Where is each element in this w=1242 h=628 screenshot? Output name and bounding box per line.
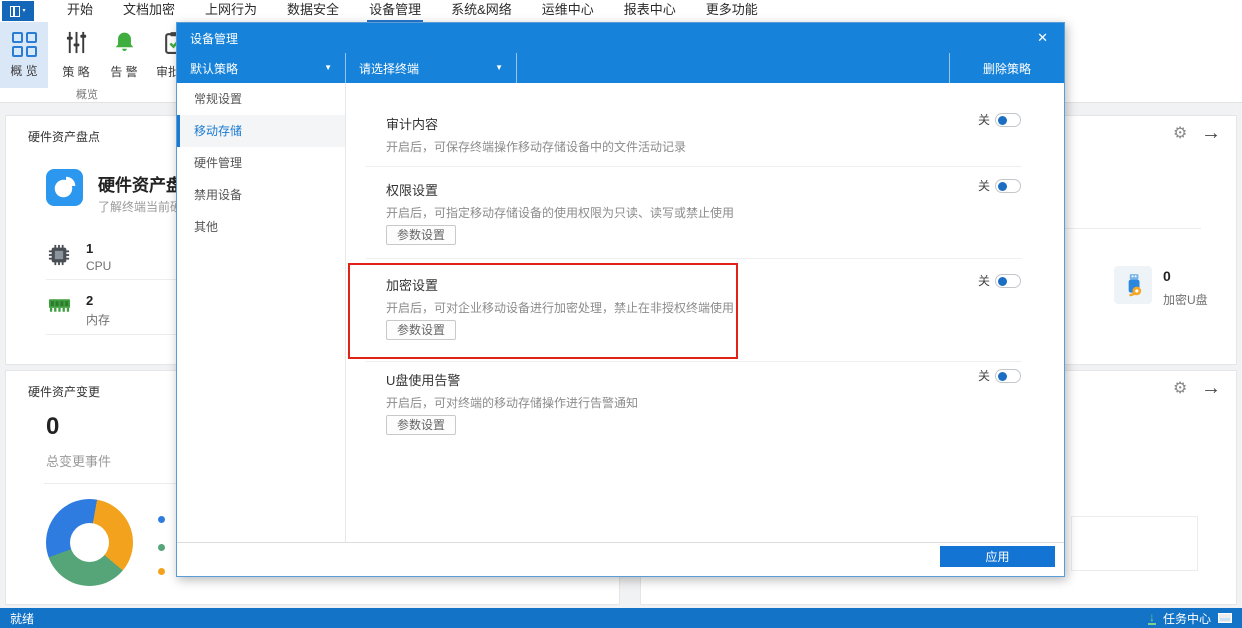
pie-chart-app-icon	[46, 169, 83, 211]
toggle-switch[interactable]	[995, 179, 1021, 193]
dialog-title-bar: 设备管理 ✕	[177, 23, 1064, 53]
gear-icon[interactable]: ⚙	[1173, 381, 1187, 397]
gear-icon[interactable]: ⚙	[1173, 126, 1187, 142]
legend-dot-orange	[158, 568, 165, 575]
toggle-state-label: 关	[978, 111, 990, 128]
empty-panel	[1071, 516, 1198, 571]
settings-panel: 审计内容 关 开启后，可保存终端操作移动存储设备中的文件活动记录 权限设置 关 …	[346, 83, 1064, 542]
menu-item-web-behavior[interactable]: 上网行为	[190, 0, 272, 22]
setting-desc-audit: 开启后，可保存终端操作移动存储设备中的文件活动记录	[386, 138, 686, 155]
setting-desc-permission: 开启后，可指定移动存储设备的使用权限为只读、读写或禁止使用	[386, 204, 734, 221]
terminal-dropdown-value: 请选择终端	[359, 60, 419, 77]
menu-item-ops-center[interactable]: 运维中心	[527, 0, 609, 22]
close-icon[interactable]: ✕	[1034, 30, 1051, 46]
caret-down-icon: ▼	[324, 64, 332, 72]
setting-title-usb-alert: U盘使用告警	[386, 370, 460, 389]
device-management-dialog: 设备管理 ✕ 默认策略 ▼ 请选择终端 ▼ 删除策略 常规设置 移动存储 硬件管…	[176, 22, 1065, 577]
menu-item-device-mgmt[interactable]: 设备管理	[354, 0, 436, 22]
params-button-encryption[interactable]: 参数设置	[386, 320, 456, 340]
toggle-usb-alert[interactable]: 关	[978, 367, 1021, 384]
toggle-state-label: 关	[978, 272, 990, 289]
memory-label: 内存	[86, 311, 110, 328]
monitor-icon[interactable]	[1218, 613, 1232, 623]
sidebar-item-general[interactable]: 常规设置	[177, 83, 345, 115]
params-button-permission[interactable]: 参数设置	[386, 225, 456, 245]
toggle-switch[interactable]	[995, 274, 1021, 288]
setting-desc-encryption: 开启后，可对企业移动设备进行加密处理，禁止在非授权终端使用	[386, 299, 734, 316]
toggle-permission[interactable]: 关	[978, 177, 1021, 194]
sidebar-item-hardware-mgmt[interactable]: 硬件管理	[177, 147, 345, 179]
ribbon-alert-button[interactable]: 告 警	[100, 22, 148, 88]
memory-count: 2	[86, 293, 93, 308]
setting-title-encryption: 加密设置	[386, 275, 438, 294]
menu-item-more[interactable]: 更多功能	[691, 0, 773, 22]
apply-button[interactable]: 应用	[940, 546, 1055, 567]
menu-item-doc-encrypt[interactable]: 文档加密	[108, 0, 190, 22]
encrypted-usb-count: 0	[1163, 268, 1171, 284]
arrow-right-icon[interactable]: →	[1201, 378, 1221, 398]
main-menu: 开始 文档加密 上网行为 数据安全 设备管理 系统&网络 运维中心 报表中心 更…	[52, 0, 773, 22]
legend-dot-blue	[158, 516, 165, 523]
grid-icon	[12, 32, 37, 57]
toggle-encryption[interactable]: 关	[978, 272, 1021, 289]
cpu-icon	[48, 244, 70, 271]
policy-dropdown-value: 默认策略	[190, 60, 238, 77]
toggle-switch[interactable]	[995, 113, 1021, 127]
total-change-value: 0	[46, 413, 59, 441]
ribbon-policy-button[interactable]: 策 略	[52, 22, 100, 88]
task-center-link[interactable]: 任务中心	[1163, 610, 1211, 627]
encrypted-usb-label: 加密U盘	[1163, 291, 1208, 308]
usb-key-icon	[1114, 266, 1152, 304]
filter-bar-spacer	[517, 53, 950, 83]
bell-icon	[112, 30, 137, 58]
toggle-state-label: 关	[978, 367, 990, 384]
setting-title-permission: 权限设置	[386, 180, 438, 199]
ribbon-alert-label: 告 警	[110, 63, 137, 80]
hardware-change-donut-chart	[46, 499, 133, 586]
params-button-usb-alert[interactable]: 参数设置	[386, 415, 456, 435]
terminal-dropdown[interactable]: 请选择终端 ▼	[346, 53, 517, 83]
app-menu-button[interactable]: ▾	[2, 1, 34, 21]
ribbon-overview-label: 概 览	[10, 62, 37, 79]
sidebar-item-removable-storage[interactable]: 移动存储	[177, 115, 345, 147]
menu-item-report-center[interactable]: 报表中心	[609, 0, 691, 22]
caret-down-icon: ▼	[495, 64, 503, 72]
window-icon	[10, 6, 20, 17]
ribbon-overview-button[interactable]: 概 览	[0, 22, 48, 88]
card-header: 硬件资产变更	[28, 383, 100, 400]
sliders-icon	[64, 30, 89, 58]
cpu-count: 1	[86, 241, 93, 256]
legend-dot-green	[158, 544, 165, 551]
ribbon-group-label: 概览	[76, 88, 98, 102]
toggle-audit[interactable]: 关	[978, 111, 1021, 128]
menu-item-system-network[interactable]: 系统&网络	[436, 0, 527, 22]
dialog-body: 常规设置 移动存储 硬件管理 禁用设备 其他 审计内容 关 开启后，可保存终端操…	[177, 83, 1064, 542]
download-icon[interactable]: ↓	[1148, 612, 1156, 625]
sidebar-item-disabled-devices[interactable]: 禁用设备	[177, 179, 345, 211]
dialog-sidebar: 常规设置 移动存储 硬件管理 禁用设备 其他	[177, 83, 346, 542]
setting-desc-usb-alert: 开启后，可对终端的移动存储操作进行告警通知	[386, 394, 638, 411]
status-ready-text: 就绪	[10, 610, 34, 627]
toggle-state-label: 关	[978, 177, 990, 194]
menu-item-data-security[interactable]: 数据安全	[272, 0, 354, 22]
ribbon-policy-label: 策 略	[62, 63, 89, 80]
menu-bar: ▾ 开始 文档加密 上网行为 数据安全 设备管理 系统&网络 运维中心 报表中心…	[0, 0, 1242, 22]
menu-item-start[interactable]: 开始	[52, 0, 108, 22]
card-header: 硬件资产盘点	[28, 128, 100, 145]
sidebar-item-other[interactable]: 其他	[177, 211, 345, 243]
total-change-label: 总变更事件	[46, 451, 111, 470]
setting-title-audit: 审计内容	[386, 114, 438, 133]
policy-dropdown[interactable]: 默认策略 ▼	[177, 53, 346, 83]
arrow-right-icon[interactable]: →	[1201, 123, 1221, 143]
dialog-filter-bar: 默认策略 ▼ 请选择终端 ▼ 删除策略	[177, 53, 1064, 83]
dialog-footer: 应用	[177, 542, 1064, 576]
caret-down-icon: ▾	[22, 8, 25, 14]
cpu-label: CPU	[86, 259, 111, 273]
delete-policy-button[interactable]: 删除策略	[950, 53, 1064, 83]
dialog-title: 设备管理	[190, 30, 238, 47]
status-bar: 就绪 ↓ 任务中心	[0, 608, 1242, 628]
memory-icon	[48, 298, 71, 318]
toggle-switch[interactable]	[995, 369, 1021, 383]
